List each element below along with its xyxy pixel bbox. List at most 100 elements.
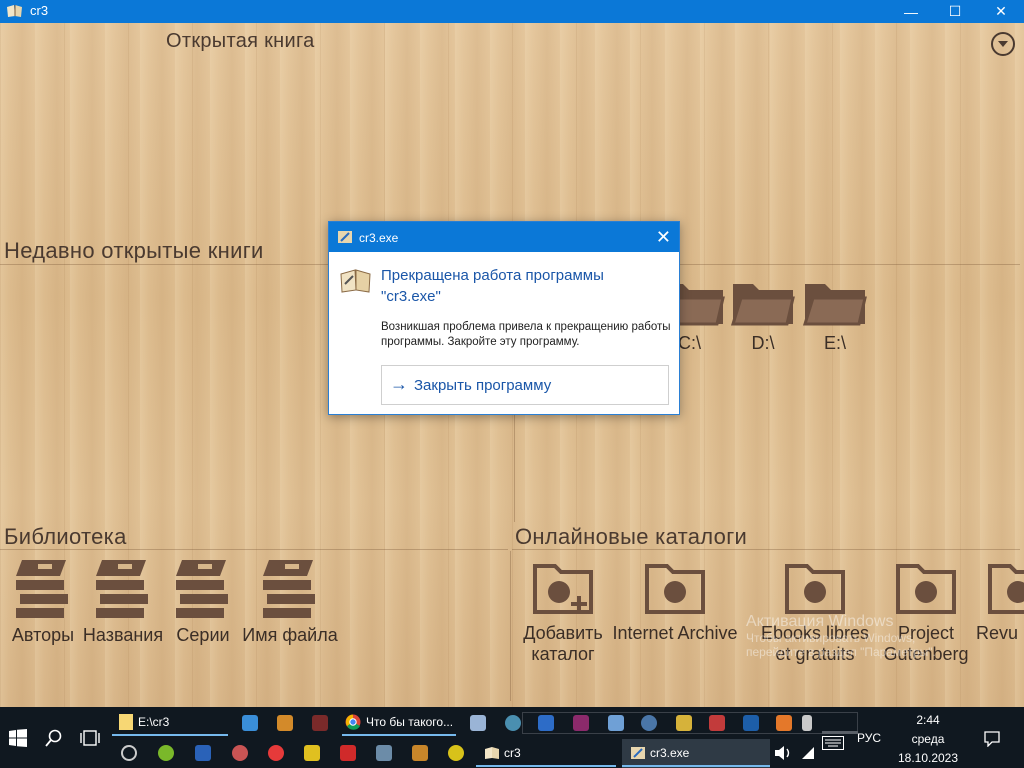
open-book-heading: Открытая книга <box>166 30 315 52</box>
book-app-icon <box>340 269 371 293</box>
menu-dropdown-icon[interactable] <box>991 32 1015 56</box>
search-icon[interactable] <box>45 729 63 747</box>
keyboard-icon[interactable] <box>822 736 844 750</box>
scroll-indicator[interactable] <box>822 731 858 734</box>
network-globe-icon[interactable] <box>505 715 521 731</box>
drive-label: C:\ <box>678 333 702 353</box>
pen-icon[interactable] <box>312 715 328 731</box>
app-icon[interactable] <box>195 745 211 761</box>
taskbar: E:\cr3 Что бы такого... cr3 cr3.exe РУС … <box>0 707 1024 768</box>
app-icon[interactable] <box>412 745 428 761</box>
online-catalogs-heading: Онлайновые каталоги <box>515 524 748 549</box>
dialog-message: Возникшая проблема привела к прекращению… <box>381 321 671 348</box>
usb-icon[interactable] <box>802 715 812 731</box>
taskbar-explorer-label[interactable]: E:\cr3 <box>138 715 169 729</box>
add-catalog-icon <box>533 564 593 614</box>
minimize-button[interactable]: — <box>888 0 934 23</box>
dialog-heading-line1: Прекращена работа программы <box>381 267 604 284</box>
app-icon[interactable] <box>158 745 174 761</box>
tile-label-line1: Добавить <box>523 623 603 643</box>
media-icon[interactable] <box>709 715 725 731</box>
taskbar-cr3exe-label[interactable]: cr3.exe <box>650 746 689 760</box>
catalog-internet-archive-tile[interactable]: Internet Archive <box>610 560 740 644</box>
dialog-title-bar: cr3.exe ✕ <box>329 222 679 252</box>
volume-icon[interactable] <box>774 745 792 761</box>
clock-day: среда <box>911 732 945 746</box>
books-stack-icon <box>263 560 315 618</box>
dialog-heading-line2: "cr3.exe" <box>381 288 441 305</box>
active-indicator <box>476 765 616 767</box>
globe-folder-icon <box>645 564 705 614</box>
app-icon[interactable] <box>340 745 356 761</box>
file-explorer-icon[interactable] <box>119 714 133 730</box>
cortana-icon[interactable] <box>121 745 137 761</box>
library-series-tile[interactable]: Серии <box>168 556 238 646</box>
drive-d-tile[interactable]: D:\ <box>730 278 796 354</box>
tile-label: Названия <box>82 625 164 645</box>
window-title: cr3 <box>30 3 49 18</box>
library-vertical-divider <box>510 551 511 701</box>
globe-folder-icon <box>785 564 845 614</box>
library-authors-tile[interactable]: Авторы <box>8 556 78 646</box>
folder-icon <box>802 284 867 326</box>
globe-folder-icon <box>988 564 1024 614</box>
cr3-app-icon <box>7 5 22 17</box>
desktop-icon[interactable] <box>242 715 258 731</box>
clock[interactable]: 2:44 среда 18.10.2023 <box>896 711 960 768</box>
dialog-close-button[interactable]: ✕ <box>656 227 671 248</box>
cr3-app-icon <box>631 747 645 759</box>
vk-icon[interactable] <box>641 715 657 731</box>
maximize-button[interactable]: ☐ <box>932 0 978 23</box>
yandex-icon[interactable] <box>268 745 284 761</box>
language-indicator[interactable]: РУС <box>857 731 881 745</box>
close-program-label: Закрыть программу <box>414 377 552 394</box>
close-button[interactable]: ✕ <box>978 0 1024 23</box>
drive-label: D:\ <box>751 333 775 353</box>
taskbar-chrome-label[interactable]: Что бы такого... <box>366 715 453 729</box>
watermark-title: Активация Windows <box>746 613 894 630</box>
app-icon[interactable] <box>232 745 248 761</box>
books-app-icon[interactable] <box>277 715 293 731</box>
notifications-icon[interactable] <box>984 731 1000 747</box>
app-icon[interactable] <box>376 745 392 761</box>
java-icon[interactable] <box>776 715 792 731</box>
library-divider <box>0 549 508 550</box>
app-icon[interactable] <box>304 745 320 761</box>
catalog-add-tile[interactable]: Добавить каталог <box>520 560 606 665</box>
chrome-icon[interactable] <box>345 714 361 730</box>
dialog-heading: Прекращена работа программы "cr3.exe" <box>381 265 671 307</box>
watermark-line: Чтобы активировать Windows, <box>746 631 916 645</box>
active-indicator <box>622 765 770 767</box>
winrar-icon[interactable] <box>573 715 589 731</box>
library-filename-tile[interactable]: Имя файла <box>240 556 340 646</box>
app-icon[interactable] <box>538 715 554 731</box>
windows-start-icon[interactable] <box>9 729 27 747</box>
taskbar-cr3-label[interactable]: cr3 <box>504 746 521 760</box>
drive-label: E:\ <box>823 333 846 353</box>
app-title-bar: cr3 — ☐ ✕ <box>0 0 1024 23</box>
tile-label-line1: Internet Archive <box>612 623 738 643</box>
tile-label-line2: каталог <box>531 644 595 664</box>
wifi-icon[interactable] <box>800 745 816 761</box>
tile-label: Авторы <box>11 625 75 645</box>
photo-icon[interactable] <box>743 715 759 731</box>
globe-folder-icon <box>896 564 956 614</box>
notepad-icon[interactable] <box>608 715 624 731</box>
cr3-app-icon <box>485 747 499 759</box>
books-stack-icon <box>16 560 68 618</box>
drive-e-tile[interactable]: E:\ <box>802 278 868 354</box>
catalogs-divider <box>512 549 1020 550</box>
books-stack-icon <box>96 560 148 618</box>
active-indicator <box>342 734 456 736</box>
close-program-button[interactable]: → Закрыть программу <box>381 365 669 405</box>
arrow-right-icon: → <box>390 374 408 394</box>
coins-icon[interactable] <box>676 715 692 731</box>
library-titles-tile[interactable]: Названия <box>82 556 164 646</box>
recent-books-heading: Недавно открытые книги <box>4 238 264 263</box>
dialog-title: cr3.exe <box>359 231 399 245</box>
calculator-icon[interactable] <box>470 715 486 731</box>
tile-label: Серии <box>176 625 230 645</box>
app-icon[interactable] <box>448 745 464 761</box>
activation-watermark: Активация Windows Чтобы активировать Win… <box>746 613 1016 659</box>
task-view-icon[interactable] <box>80 730 100 746</box>
